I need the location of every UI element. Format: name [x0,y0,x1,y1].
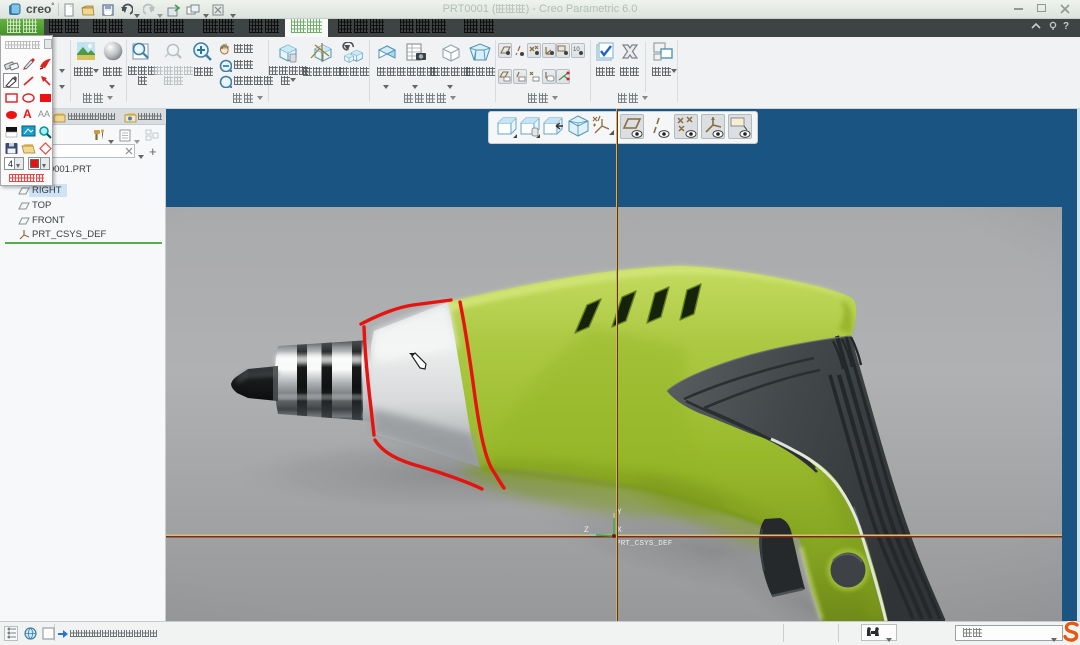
svg-text:PRT_CSYS_DEF: PRT_CSYS_DEF [616,540,672,548]
svg-text:Z: Z [584,526,589,535]
